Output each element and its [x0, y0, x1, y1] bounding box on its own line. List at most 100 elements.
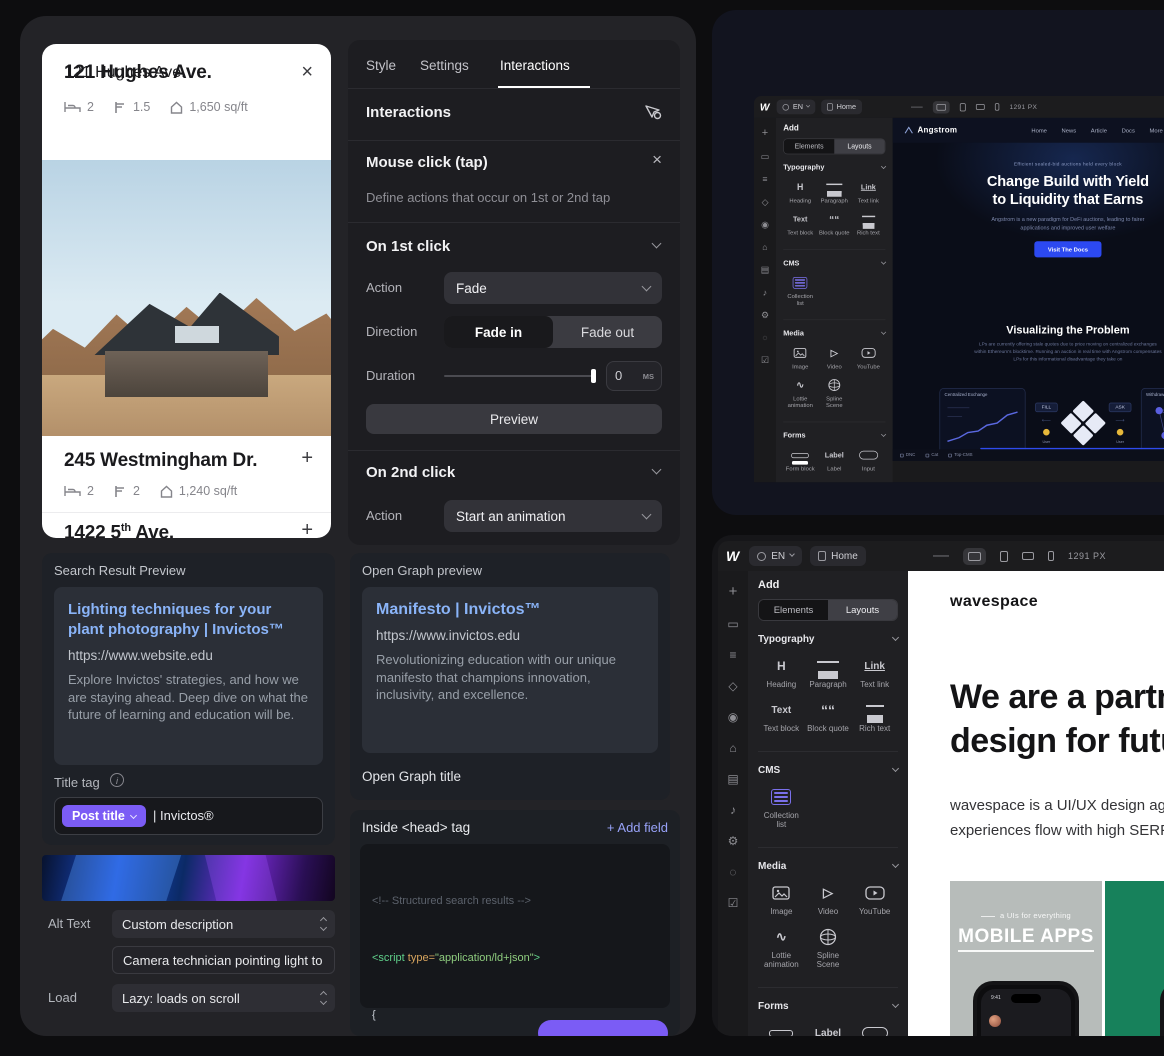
cut-off-purple-button[interactable]	[538, 1020, 668, 1036]
element-paragraph[interactable]: Paragraph	[817, 176, 851, 208]
alt-description-input[interactable]: Camera technician pointing light to	[112, 946, 335, 974]
interactions-wand-icon[interactable]	[644, 104, 662, 120]
section-typography[interactable]: Typography	[783, 164, 885, 172]
tab-interactions[interactable]: Interactions	[500, 58, 570, 73]
action-select[interactable]: Fade	[444, 272, 662, 304]
element-lottie[interactable]: ∿Lottie animation	[758, 922, 805, 975]
saas-card[interactable]: AI based SAAS Library	[1105, 881, 1164, 1036]
alt-mode-select[interactable]: Custom description	[112, 910, 335, 938]
breadcrumb[interactable]: Home	[821, 100, 862, 115]
mobile-apps-card[interactable]: a UIs for everything MOBILE APPS 9:41	[950, 881, 1102, 1036]
post-title-chip[interactable]: Post title	[62, 805, 146, 827]
tab-elements[interactable]: Elements	[759, 600, 828, 620]
element-lottie[interactable]: ∿Lottie animation	[783, 374, 817, 413]
element-image[interactable]: Image	[783, 342, 817, 374]
element-rich-text[interactable]: Rich text	[851, 695, 898, 739]
nav-home[interactable]: Home	[1031, 127, 1047, 134]
chevron-down-icon[interactable]	[652, 239, 662, 249]
add-icon[interactable]: +	[762, 127, 768, 139]
history-icon[interactable]: ◌	[762, 333, 767, 343]
history-icon[interactable]: ◌	[729, 865, 736, 879]
nav-article[interactable]: Article	[1091, 127, 1107, 134]
element-youtube[interactable]: YouTube	[851, 878, 898, 922]
element-input[interactable]: Input	[851, 444, 885, 476]
element-youtube[interactable]: YouTube	[851, 342, 885, 374]
breadcrumb[interactable]: Home	[810, 546, 866, 566]
duration-input[interactable]: 0 MS	[606, 361, 662, 391]
nav-docs[interactable]: Docs	[1122, 127, 1135, 134]
code-editor[interactable]: <!-- Structured search results --> <scri…	[360, 844, 670, 1008]
serp-title[interactable]: Lighting techniques for your plant photo…	[68, 600, 309, 640]
settings-icon[interactable]: ⚙	[761, 310, 769, 320]
section-forms[interactable]: Forms	[783, 432, 885, 440]
tab-elements[interactable]: Elements	[784, 139, 834, 154]
element-spline[interactable]: Spline Scene	[805, 922, 852, 975]
angstrom-logo[interactable]: Angstrom	[904, 126, 957, 135]
element-video[interactable]: ▷Video	[817, 342, 851, 374]
fade-in-segment[interactable]: Fade in	[444, 316, 553, 348]
pages-icon[interactable]: ▭	[727, 617, 738, 631]
locale-switcher[interactable]: EN	[777, 100, 816, 115]
og-title[interactable]: Manifesto | Invictos™	[376, 600, 644, 620]
tab-layouts[interactable]: Layouts	[828, 600, 897, 620]
title-tag-input[interactable]: Post title | Invictos®	[54, 797, 323, 835]
section-typography[interactable]: Typography	[758, 634, 898, 645]
breadcrumb-item[interactable]: Cat	[926, 453, 939, 457]
add-icon[interactable]: +	[729, 583, 738, 600]
section-media[interactable]: Media	[783, 330, 885, 338]
load-select[interactable]: Lazy: loads on scroll	[112, 984, 335, 1012]
home-icon[interactable]: ⌂	[729, 741, 736, 755]
section-forms[interactable]: Forms	[758, 1001, 898, 1012]
tab-settings[interactable]: Settings	[420, 58, 469, 73]
home-icon[interactable]: ⌂	[762, 242, 767, 252]
landscape-breakpoint-icon[interactable]	[976, 104, 985, 110]
element-collection-list[interactable]: Collection list	[758, 782, 805, 835]
audio-icon[interactable]: ♪	[730, 803, 736, 817]
tablet-breakpoint-icon[interactable]	[1000, 551, 1008, 562]
element-label[interactable]: LabelLabel	[805, 1018, 852, 1036]
assets-icon[interactable]: ◉	[761, 219, 769, 229]
check-icon[interactable]: ☑	[761, 355, 769, 365]
element-spline[interactable]: Spline Scene	[817, 374, 851, 413]
element-label[interactable]: LabelLabel	[817, 444, 851, 476]
section-cms[interactable]: CMS	[758, 765, 898, 776]
webflow-logo[interactable]: W	[760, 101, 770, 113]
element-form-block[interactable]: Form block	[758, 1018, 805, 1036]
tab-style[interactable]: Style	[366, 58, 396, 73]
element-form-block[interactable]: Form block	[783, 444, 817, 476]
assets-icon[interactable]: ◉	[728, 710, 738, 724]
element-input[interactable]: Input	[851, 1018, 898, 1036]
element-video[interactable]: ▷Video	[805, 878, 852, 922]
element-image[interactable]: Image	[758, 878, 805, 922]
element-block-quote[interactable]: ““Block quote	[805, 695, 852, 739]
nav-more[interactable]: More	[1149, 127, 1162, 134]
element-text-link[interactable]: LinkText link	[851, 176, 885, 208]
phone-breakpoint-icon[interactable]	[995, 103, 999, 110]
duration-slider-handle[interactable]	[591, 369, 596, 383]
locale-switcher[interactable]: EN	[749, 546, 802, 566]
breadcrumb-item[interactable]: DNC	[900, 453, 915, 457]
element-block-quote[interactable]: ““Block quote	[817, 208, 851, 240]
preview-button[interactable]: Preview	[366, 404, 662, 434]
navigator-icon[interactable]: ≡	[762, 174, 767, 184]
webflow-logo[interactable]: W	[726, 548, 739, 564]
breadcrumb-item[interactable]: Top-CMS	[948, 453, 972, 457]
tab-layouts[interactable]: Layouts	[834, 139, 884, 154]
tablet-breakpoint-icon[interactable]	[960, 103, 966, 111]
second-action-select[interactable]: Start an animation	[444, 500, 662, 532]
desktop-breakpoint-icon[interactable]	[933, 101, 950, 113]
info-icon[interactable]: i	[110, 773, 124, 787]
chevron-down-icon[interactable]	[652, 465, 662, 475]
landscape-breakpoint-icon[interactable]	[1022, 552, 1034, 560]
element-collection-list[interactable]: Collection list	[783, 272, 817, 311]
element-text-block[interactable]: TextText block	[758, 695, 805, 739]
section-media[interactable]: Media	[758, 861, 898, 872]
element-paragraph[interactable]: Paragraph	[805, 651, 852, 695]
cms-icon[interactable]: ▤	[761, 265, 769, 275]
nav-news[interactable]: News	[1062, 127, 1077, 134]
cms-icon[interactable]: ▤	[727, 772, 738, 786]
element-heading[interactable]: HHeading	[783, 176, 817, 208]
audio-icon[interactable]: ♪	[763, 287, 767, 297]
check-icon[interactable]: ☑	[728, 896, 739, 910]
add-listing-icon[interactable]: +	[301, 520, 313, 538]
